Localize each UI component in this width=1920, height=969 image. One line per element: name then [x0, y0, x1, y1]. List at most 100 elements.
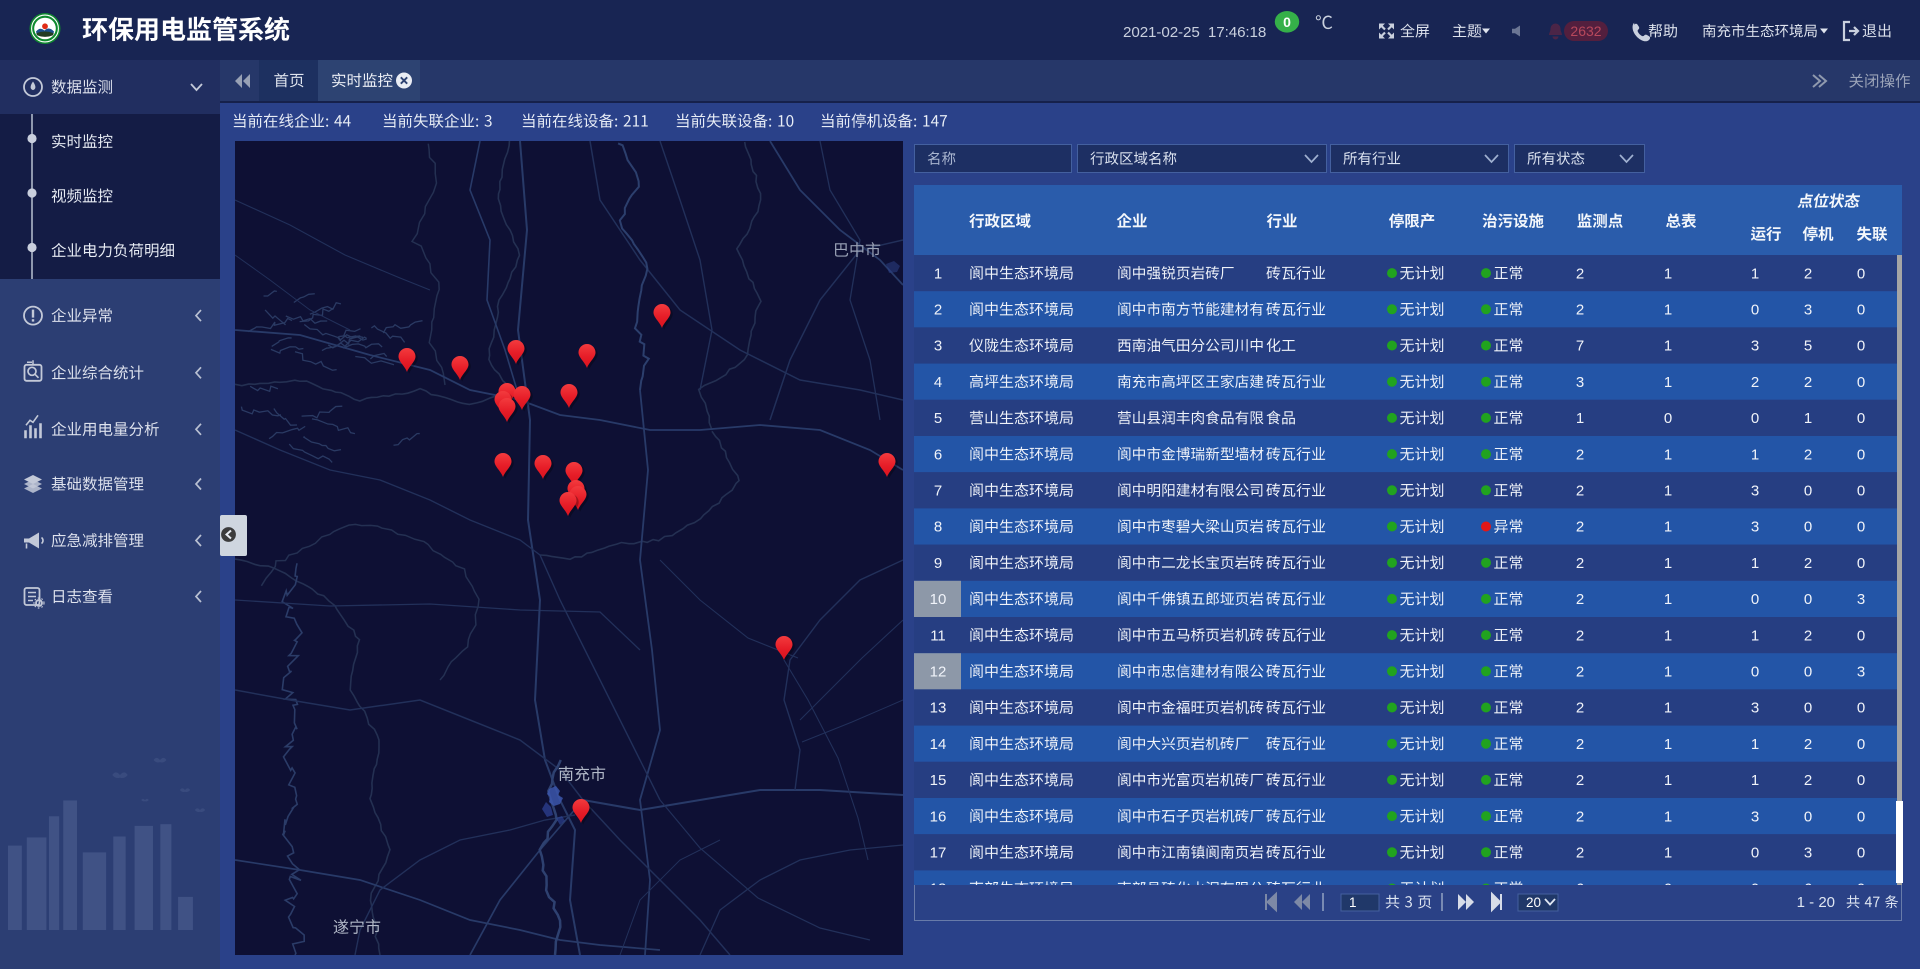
svg-text:0: 0	[1857, 627, 1865, 644]
svg-text:4: 4	[934, 374, 942, 391]
svg-text:1: 1	[1751, 265, 1759, 282]
svg-text:0: 0	[1751, 410, 1759, 427]
svg-text:2: 2	[1804, 265, 1812, 282]
svg-text:2: 2	[1576, 772, 1584, 789]
svg-text:0: 0	[1857, 772, 1865, 789]
svg-text:0: 0	[1857, 519, 1865, 536]
svg-text:0: 0	[1857, 736, 1865, 753]
svg-text:2: 2	[1576, 591, 1584, 608]
svg-text:14: 14	[930, 736, 947, 753]
svg-text:1: 1	[1664, 772, 1672, 789]
svg-text:15: 15	[930, 772, 947, 789]
svg-text:3: 3	[1751, 519, 1759, 536]
svg-text:0: 0	[1751, 591, 1759, 608]
svg-text:1: 1	[1664, 555, 1672, 572]
svg-text:1: 1	[1664, 627, 1672, 644]
svg-text:2: 2	[1804, 772, 1812, 789]
svg-text:1: 1	[1804, 410, 1812, 427]
svg-text:2: 2	[1576, 302, 1584, 319]
svg-text:2: 2	[1576, 700, 1584, 717]
svg-text:2021-02-25 17:46:18: 2021-02-25 17:46:18	[1123, 24, 1266, 41]
svg-text:2: 2	[1751, 374, 1759, 391]
svg-text:1: 1	[1664, 483, 1672, 500]
svg-text:0: 0	[1857, 265, 1865, 282]
svg-text:2: 2	[1576, 519, 1584, 536]
svg-text:0: 0	[1857, 410, 1865, 427]
svg-text:0: 0	[1804, 591, 1812, 608]
svg-text:6: 6	[934, 446, 942, 463]
svg-text:1: 1	[1664, 446, 1672, 463]
svg-text:0: 0	[1804, 519, 1812, 536]
svg-text:9: 9	[934, 555, 942, 572]
svg-text:0: 0	[1857, 483, 1865, 500]
svg-text:0: 0	[1857, 700, 1865, 717]
svg-text:0: 0	[1804, 483, 1812, 500]
svg-text:0: 0	[1857, 555, 1865, 572]
svg-text:2: 2	[1576, 483, 1584, 500]
svg-text:1: 1	[1751, 446, 1759, 463]
svg-text:3: 3	[1751, 808, 1759, 825]
svg-text:1: 1	[1664, 265, 1672, 282]
svg-text:2: 2	[1576, 555, 1584, 572]
svg-text:1: 1	[1664, 338, 1672, 355]
svg-text:1 - 20: 1 - 20	[1797, 894, 1835, 911]
svg-text:8: 8	[934, 519, 942, 536]
svg-text:0: 0	[1751, 302, 1759, 319]
svg-text:3: 3	[1751, 338, 1759, 355]
svg-text:1: 1	[1664, 374, 1672, 391]
svg-text:3: 3	[1857, 591, 1865, 608]
svg-text:2: 2	[1576, 664, 1584, 681]
svg-text:2: 2	[1576, 265, 1584, 282]
svg-text:0: 0	[1857, 808, 1865, 825]
svg-text:0: 0	[1857, 446, 1865, 463]
svg-text:0: 0	[1804, 700, 1812, 717]
svg-text:2632: 2632	[1570, 23, 1601, 39]
svg-text:1: 1	[1751, 772, 1759, 789]
svg-text:0: 0	[1664, 410, 1672, 427]
svg-text:0: 0	[1857, 374, 1865, 391]
svg-text:3: 3	[934, 338, 942, 355]
svg-text:2: 2	[1804, 555, 1812, 572]
svg-text:5: 5	[1804, 338, 1812, 355]
svg-text:0: 0	[1857, 338, 1865, 355]
svg-text:7: 7	[1576, 338, 1584, 355]
svg-text:13: 13	[930, 700, 947, 717]
svg-text:1: 1	[1349, 895, 1357, 910]
svg-text:3: 3	[1751, 700, 1759, 717]
svg-text:0: 0	[1857, 845, 1865, 862]
svg-text:1: 1	[1751, 627, 1759, 644]
svg-text:1: 1	[1664, 736, 1672, 753]
svg-text:0: 0	[1751, 664, 1759, 681]
svg-text:1: 1	[1664, 700, 1672, 717]
svg-text:2: 2	[1804, 374, 1812, 391]
svg-text:2: 2	[1576, 627, 1584, 644]
svg-text:2: 2	[1804, 627, 1812, 644]
svg-text:2: 2	[1804, 446, 1812, 463]
svg-text:1: 1	[1664, 664, 1672, 681]
svg-text:0: 0	[1751, 845, 1759, 862]
svg-text:12: 12	[930, 664, 947, 681]
svg-text:1: 1	[1576, 410, 1584, 427]
svg-text:2: 2	[1804, 736, 1812, 753]
svg-text:10: 10	[930, 591, 947, 608]
svg-text:1: 1	[1751, 555, 1759, 572]
svg-text:2: 2	[1576, 845, 1584, 862]
svg-text:2: 2	[934, 302, 942, 319]
svg-text:2: 2	[1576, 446, 1584, 463]
svg-text:1: 1	[934, 265, 942, 282]
svg-text:7: 7	[934, 483, 942, 500]
svg-text:1: 1	[1664, 591, 1672, 608]
svg-text:11: 11	[930, 627, 946, 644]
svg-text:3: 3	[1576, 374, 1584, 391]
svg-text:16: 16	[930, 808, 947, 825]
svg-text:3: 3	[1857, 664, 1865, 681]
svg-text:1: 1	[1751, 736, 1759, 753]
svg-text:1: 1	[1664, 302, 1672, 319]
svg-text:3: 3	[1804, 302, 1812, 319]
svg-text:3: 3	[1804, 845, 1812, 862]
svg-text:0: 0	[1804, 664, 1812, 681]
svg-text:2: 2	[1576, 808, 1584, 825]
svg-text:3: 3	[1751, 483, 1759, 500]
svg-text:1: 1	[1664, 519, 1672, 536]
svg-text:2: 2	[1576, 736, 1584, 753]
